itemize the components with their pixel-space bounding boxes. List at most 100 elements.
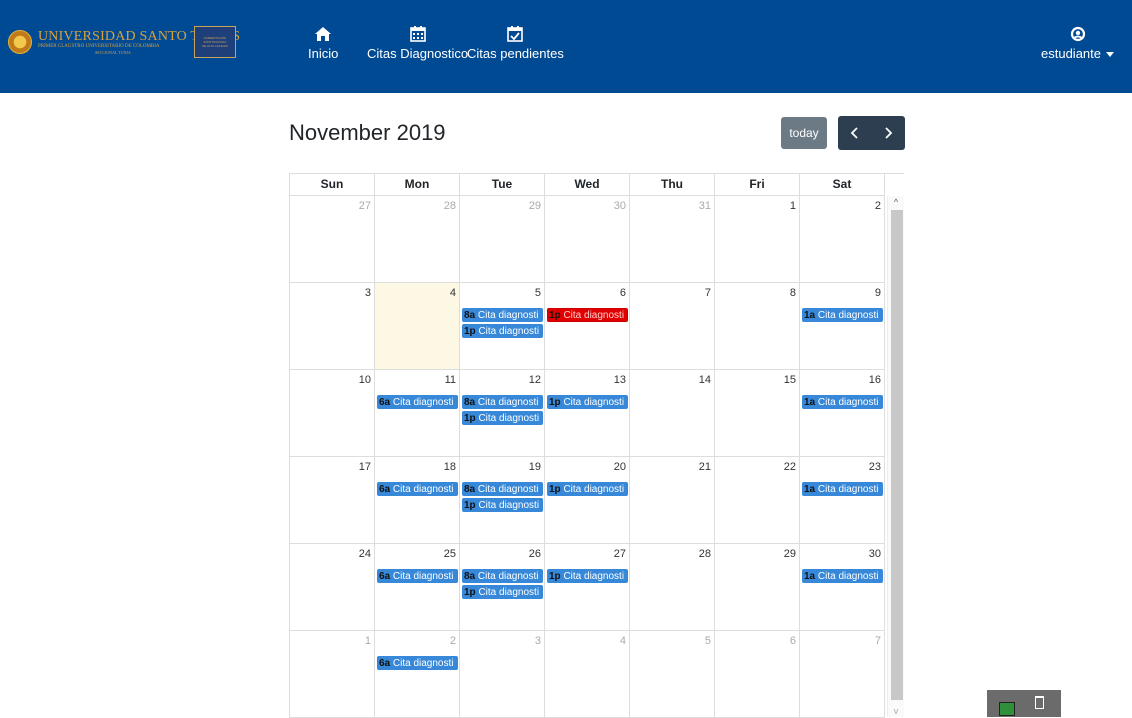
day-cell[interactable]: 19 8a Cita diagnosti 1p Cita diagnosti: [460, 457, 545, 544]
calendar-event[interactable]: 1a Cita diagnosti: [802, 569, 883, 583]
day-number[interactable]: 28: [699, 548, 711, 560]
calendar-event[interactable]: 8a Cita diagnosti: [462, 482, 543, 496]
user-menu[interactable]: estudiante: [1041, 26, 1114, 61]
day-cell[interactable]: 5: [630, 631, 715, 718]
day-cell[interactable]: 26 8a Cita diagnosti 1p Cita diagnosti: [460, 544, 545, 631]
day-cell[interactable]: 16 1a Cita diagnosti: [800, 370, 885, 457]
day-cell[interactable]: 9 1a Cita diagnosti: [800, 283, 885, 370]
day-number[interactable]: 30: [869, 548, 881, 560]
calendar-event[interactable]: 1p Cita diagnosti: [462, 411, 543, 425]
day-cell[interactable]: 22: [715, 457, 800, 544]
day-cell[interactable]: 18 6a Cita diagnosti: [375, 457, 460, 544]
calendar-event[interactable]: 8a Cita diagnosti: [462, 395, 543, 409]
day-cell[interactable]: 27: [290, 196, 375, 283]
nav-inicio[interactable]: Inicio: [308, 24, 338, 61]
scroll-up-arrow-icon[interactable]: ^: [890, 196, 902, 208]
day-cell[interactable]: 20 1p Cita diagnosti: [545, 457, 630, 544]
day-cell[interactable]: 6: [715, 631, 800, 718]
day-number[interactable]: 14: [699, 374, 711, 386]
day-number[interactable]: 4: [450, 287, 456, 299]
next-month-button[interactable]: [872, 116, 906, 150]
calendar-event[interactable]: 8a Cita diagnosti: [462, 569, 543, 583]
day-number[interactable]: 28: [444, 200, 456, 212]
day-number[interactable]: 6: [790, 635, 796, 647]
day-number[interactable]: 26: [529, 548, 541, 560]
nav-citas-pendientes[interactable]: Citas pendientes: [467, 24, 564, 61]
day-number[interactable]: 3: [535, 635, 541, 647]
day-number[interactable]: 12: [529, 374, 541, 386]
day-cell[interactable]: 11 6a Cita diagnosti: [375, 370, 460, 457]
day-number[interactable]: 24: [359, 548, 371, 560]
day-number[interactable]: 29: [784, 548, 796, 560]
calendar-event[interactable]: 1p Cita diagnosti: [547, 308, 628, 322]
calendar-event[interactable]: 1p Cita diagnosti: [547, 569, 628, 583]
day-cell[interactable]: 27 1p Cita diagnosti: [545, 544, 630, 631]
day-cell[interactable]: 1: [290, 631, 375, 718]
calendar-event[interactable]: 1p Cita diagnosti: [547, 482, 628, 496]
day-cell[interactable]: 28: [375, 196, 460, 283]
day-cell-today[interactable]: 4: [375, 283, 460, 370]
calendar-event[interactable]: 8a Cita diagnosti: [462, 308, 543, 322]
calendar-event[interactable]: 6a Cita diagnosti: [377, 569, 458, 583]
day-number[interactable]: 31: [699, 200, 711, 212]
day-number[interactable]: 27: [359, 200, 371, 212]
day-cell[interactable]: 30: [545, 196, 630, 283]
scrollbar-thumb[interactable]: [891, 210, 903, 700]
day-cell[interactable]: 3: [290, 283, 375, 370]
day-cell[interactable]: 21: [630, 457, 715, 544]
day-number[interactable]: 22: [784, 461, 796, 473]
day-cell[interactable]: 15: [715, 370, 800, 457]
calendar-scrollbar[interactable]: ^ v: [887, 196, 904, 717]
day-number[interactable]: 5: [535, 287, 541, 299]
day-cell[interactable]: 30 1a Cita diagnosti: [800, 544, 885, 631]
day-number[interactable]: 17: [359, 461, 371, 473]
nav-citas-diagnostico[interactable]: Citas Diagnostico: [367, 24, 468, 61]
day-number[interactable]: 13: [614, 374, 626, 386]
calendar-event[interactable]: 1p Cita diagnosti: [462, 324, 543, 338]
day-cell[interactable]: 24: [290, 544, 375, 631]
day-number[interactable]: 11: [445, 374, 456, 386]
day-number[interactable]: 7: [705, 287, 711, 299]
day-number[interactable]: 20: [614, 461, 626, 473]
calendar-event[interactable]: 1a Cita diagnosti: [802, 395, 883, 409]
day-number[interactable]: 21: [699, 461, 711, 473]
day-number[interactable]: 5: [705, 635, 711, 647]
day-number[interactable]: 25: [444, 548, 456, 560]
day-number[interactable]: 23: [869, 461, 881, 473]
day-cell[interactable]: 8: [715, 283, 800, 370]
scroll-down-arrow-icon[interactable]: v: [890, 705, 902, 717]
day-cell[interactable]: 6 1p Cita diagnosti: [545, 283, 630, 370]
day-cell[interactable]: 4: [545, 631, 630, 718]
day-cell[interactable]: 12 8a Cita diagnosti 1p Cita diagnosti: [460, 370, 545, 457]
calendar-event[interactable]: 1p Cita diagnosti: [462, 498, 543, 512]
day-number[interactable]: 3: [365, 287, 371, 299]
calendar-event[interactable]: 6a Cita diagnosti: [377, 482, 458, 496]
day-number[interactable]: 19: [529, 461, 541, 473]
day-cell[interactable]: 29: [460, 196, 545, 283]
day-number[interactable]: 1: [365, 635, 371, 647]
day-cell[interactable]: 2 6a Cita diagnosti: [375, 631, 460, 718]
prev-month-button[interactable]: [838, 116, 872, 150]
day-number[interactable]: 9: [875, 287, 881, 299]
day-number[interactable]: 1: [790, 200, 796, 212]
day-number[interactable]: 16: [869, 374, 881, 386]
day-cell[interactable]: 7: [630, 283, 715, 370]
calendar-event[interactable]: 6a Cita diagnosti: [377, 656, 458, 670]
day-cell[interactable]: 5 8a Cita diagnosti 1p Cita diagnosti: [460, 283, 545, 370]
university-logo[interactable]: UNIVERSIDAD SANTO TOMÁS PRIMER CLAUSTRO …: [8, 26, 240, 58]
calendar-event[interactable]: 1p Cita diagnosti: [547, 395, 628, 409]
day-number[interactable]: 27: [614, 548, 626, 560]
day-cell[interactable]: 14: [630, 370, 715, 457]
day-cell[interactable]: 29: [715, 544, 800, 631]
day-number[interactable]: 2: [875, 200, 881, 212]
day-cell[interactable]: 28: [630, 544, 715, 631]
day-number[interactable]: 2: [450, 635, 456, 647]
day-number[interactable]: 18: [444, 461, 456, 473]
day-number[interactable]: 6: [620, 287, 626, 299]
day-number[interactable]: 29: [529, 200, 541, 212]
day-cell[interactable]: 25 6a Cita diagnosti: [375, 544, 460, 631]
day-number[interactable]: 7: [875, 635, 881, 647]
day-number[interactable]: 10: [359, 374, 371, 386]
day-cell[interactable]: 10: [290, 370, 375, 457]
day-cell[interactable]: 17: [290, 457, 375, 544]
